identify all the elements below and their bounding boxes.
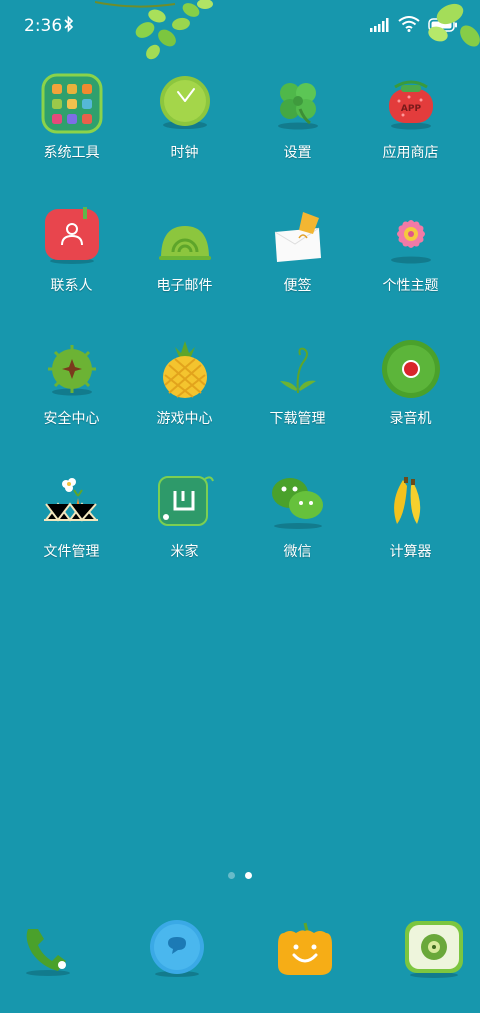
app-label: 米家 [170,544,199,560]
folder-mini-app-icon [81,99,92,109]
folder-mini-app-icon [66,114,77,124]
app-label: 微信 [283,544,312,560]
notes-icon [265,203,331,269]
banana-calculator-icon [378,469,444,535]
app-label: 设置 [283,145,312,161]
folder-mini-app-icon [51,114,62,124]
dock-browser[interactable] [272,918,338,984]
pumpkin-browser-icon [274,919,336,983]
folder-mini-app-icon [81,84,92,94]
app-label: 便签 [283,278,312,294]
page-dot-active[interactable] [245,872,252,879]
dock-messages[interactable] [144,918,210,984]
app-grid: 系统工具 时钟 设置 APP 应用商店 联系人 电子邮件 便签 个性主题 安全中… [15,70,467,602]
contacts-icon [39,203,105,269]
dock [15,918,467,984]
mijia-icon [152,469,218,535]
strawberry-app-store-icon: APP [378,70,444,136]
clover-settings-icon [265,70,331,136]
app-label: 录音机 [389,411,432,427]
page-indicator[interactable] [0,872,480,879]
record-icon [378,336,444,402]
app-clock[interactable]: 时钟 [128,70,241,203]
app-label: 下载管理 [269,411,326,427]
folder-mini-app-icon [81,114,92,124]
app-app-store[interactable]: APP 应用商店 [354,70,467,203]
app-label: 计算器 [389,544,432,560]
kiwi-camera-icon [403,919,465,983]
app-settings[interactable]: 设置 [241,70,354,203]
app-label: 游戏中心 [156,411,213,427]
page-dot[interactable] [228,872,235,879]
wallpaper-leaves [95,0,213,60]
app-system-tools[interactable]: 系统工具 [15,70,128,203]
app-label: 电子邮件 [156,278,213,294]
app-game-center[interactable]: 游戏中心 [128,336,241,469]
app-label: 安全中心 [43,411,100,427]
app-email[interactable]: 电子邮件 [128,203,241,336]
app-notes[interactable]: 便签 [241,203,354,336]
wechat-icon [265,469,331,535]
app-contacts[interactable]: 联系人 [15,203,128,336]
app-calculator[interactable]: 计算器 [354,469,467,602]
dock-camera[interactable] [401,918,467,984]
app-label: 联系人 [50,278,93,294]
phone-icon [18,919,78,983]
folder-mini-app-icon [51,84,62,94]
status-bar: 2:36 [0,0,480,52]
folder-icon [39,70,105,136]
bluetooth-icon [64,15,74,37]
fence-files-icon [39,469,105,535]
app-file-manager[interactable]: 文件管理 [15,469,128,602]
folder-mini-app-icon [66,99,77,109]
flower-themes-icon [378,203,444,269]
folder-mini-app-icon [66,84,77,94]
app-label: 文件管理 [43,544,100,560]
app-wechat[interactable]: 微信 [241,469,354,602]
app-mijia[interactable]: 米家 [128,469,241,602]
status-time: 2:36 [24,16,63,36]
wifi-icon [398,16,420,36]
clock-icon [152,70,218,136]
folder-mini-app-icon [51,99,62,109]
app-security-center[interactable]: 安全中心 [15,336,128,469]
messages-icon [147,919,207,983]
app-label: 个性主题 [382,278,439,294]
app-label: 系统工具 [43,145,100,161]
signal-icon [370,17,390,36]
app-themes[interactable]: 个性主题 [354,203,467,336]
app-label: 时钟 [170,145,199,161]
app-label: 应用商店 [382,145,439,161]
sprout-download-icon [265,336,331,402]
chestnut-security-icon [39,336,105,402]
wallpaper-leaves-right [428,3,480,47]
svg-text:APP: APP [400,104,421,114]
app-download-manager[interactable]: 下载管理 [241,336,354,469]
dock-phone[interactable] [15,918,81,984]
snail-email-icon [152,203,218,269]
pineapple-games-icon [152,336,218,402]
app-recorder[interactable]: 录音机 [354,336,467,469]
